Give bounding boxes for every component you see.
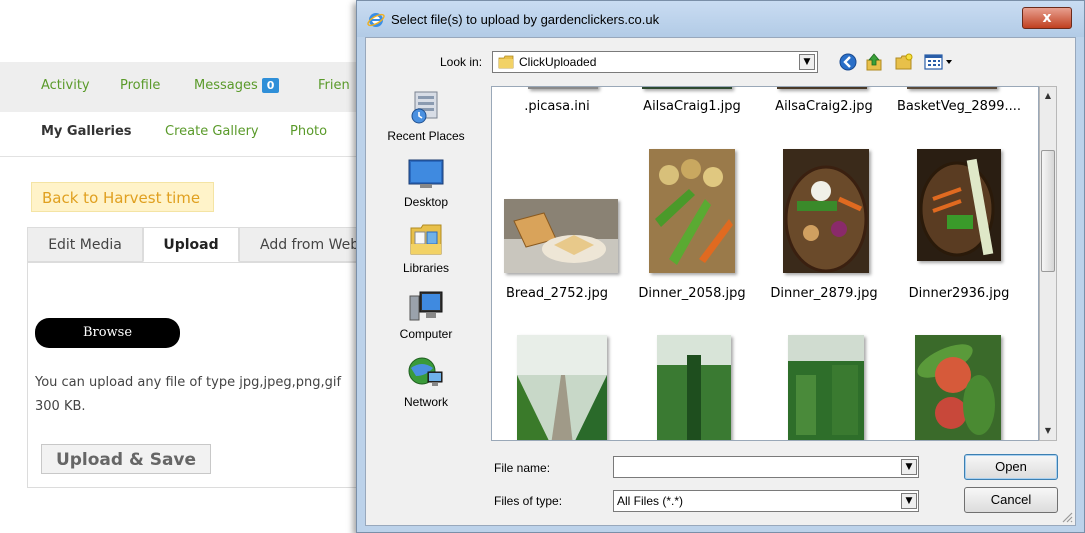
place-recent-places[interactable]: Recent Places	[370, 88, 482, 143]
dialog-title: Select file(s) to upload by gardenclicke…	[391, 12, 660, 27]
file-name-item[interactable]: Dinner_2058.jpg	[627, 286, 757, 301]
file-name-input[interactable]	[613, 456, 919, 478]
place-libraries[interactable]: Libraries	[370, 220, 482, 275]
place-computer[interactable]: Computer	[370, 288, 482, 341]
upload-info-text: You can upload any file of type jpg,jpeg…	[35, 371, 365, 419]
upload-info-line1: You can upload any file of type jpg,jpeg…	[35, 375, 342, 390]
file-upload-dialog: Select file(s) to upload by gardenclicke…	[356, 0, 1085, 533]
place-network[interactable]: Network	[370, 354, 482, 409]
file-name-item[interactable]: Bread_2752.jpg	[492, 286, 622, 301]
file-name-item[interactable]: Dinner_2879.jpg	[759, 286, 889, 301]
computer-icon	[409, 291, 443, 321]
scroll-up-icon[interactable]: ▲	[1040, 88, 1056, 104]
file-list-scrollbar[interactable]: ▲ ▼	[1039, 86, 1057, 441]
peaches-photo-thumb	[915, 335, 1001, 440]
file-name-item[interactable]: AilsaCraig1.jpg	[627, 99, 757, 114]
basketveg-thumb	[907, 87, 997, 89]
subnav-my-galleries[interactable]: My Galleries	[41, 124, 132, 139]
network-icon	[408, 357, 443, 386]
resize-grip-icon[interactable]	[1061, 511, 1073, 523]
nav-activity[interactable]: Activity	[41, 78, 90, 93]
tab-upload[interactable]: Upload	[143, 227, 239, 262]
place-network-label: Network	[403, 395, 448, 409]
back-arrow-icon[interactable]	[838, 52, 858, 72]
open-button[interactable]: Open	[964, 454, 1058, 480]
files-of-type-label: Files of type:	[494, 494, 563, 508]
file-name-item[interactable]: BasketVeg_2899....	[894, 99, 1024, 114]
internet-explorer-icon	[367, 13, 385, 27]
subnav-create-gallery[interactable]: Create Gallery	[165, 124, 259, 139]
scroll-down-icon[interactable]: ▼	[1040, 423, 1056, 439]
dialog-body: Look in: ClickUploaded ▼ Recent Places D…	[365, 37, 1076, 526]
dinner-2879-thumb	[783, 149, 869, 273]
cancel-button[interactable]: Cancel	[964, 487, 1058, 513]
tab-edit-media[interactable]: Edit Media	[27, 227, 143, 262]
greenhouse-photo-thumb	[788, 335, 864, 440]
file-name-item[interactable]: Dinner2936.jpg	[894, 286, 1024, 301]
greenhouse-photo-thumb	[657, 335, 731, 440]
nav-messages[interactable]: Messages 0	[194, 78, 280, 93]
close-button[interactable]: x	[1022, 7, 1072, 29]
files-of-type-dropdown-icon[interactable]: ▼	[901, 493, 917, 509]
file-name-item[interactable]: .picasa.ini	[492, 99, 622, 114]
libraries-icon	[410, 224, 442, 255]
view-menu-icon[interactable]	[924, 52, 956, 72]
look-in-label: Look in:	[440, 55, 483, 69]
nav-profile[interactable]: Profile	[120, 78, 160, 93]
files-of-type-select[interactable]: All Files (*.*)	[613, 490, 919, 512]
look-in-dropdown[interactable]: ClickUploaded ▼	[492, 51, 818, 73]
new-folder-icon[interactable]	[894, 52, 914, 72]
greenhouse-photo-thumb	[517, 335, 607, 440]
up-folder-icon[interactable]	[864, 52, 884, 72]
file-name-dropdown-icon[interactable]: ▼	[901, 459, 917, 475]
place-computer-label: Computer	[399, 327, 453, 341]
file-name-label: File name:	[494, 461, 551, 475]
nav-friends[interactable]: Frien	[318, 78, 350, 93]
nav-messages-label: Messages	[194, 78, 258, 93]
dinner-2936-thumb	[917, 149, 1001, 261]
back-to-gallery-button[interactable]: Back to Harvest time	[31, 182, 214, 212]
tab-add-from-web[interactable]: Add from Web	[239, 227, 367, 262]
recent-places-icon	[411, 91, 438, 124]
places-bar: Recent Places Desktop Libraries Computer…	[370, 86, 482, 466]
dinner-2058-thumb	[649, 149, 735, 273]
bread-photo-thumb	[504, 199, 618, 273]
ailsacraig2-thumb	[777, 87, 867, 89]
chevron-down-icon[interactable]: ▼	[799, 54, 815, 70]
desktop-icon	[408, 159, 444, 188]
dialog-titlebar[interactable]: Select file(s) to upload by gardenclicke…	[357, 1, 1084, 37]
place-recent-places-label: Recent Places	[387, 129, 465, 143]
upload-and-save-button[interactable]: Upload & Save	[41, 444, 211, 474]
file-list[interactable]: .picasa.ini AilsaCraig1.jpg AilsaCraig2.…	[491, 86, 1039, 441]
picasa-file-thumb	[528, 87, 598, 89]
subnav-photo[interactable]: Photo	[290, 124, 327, 139]
place-desktop-label: Desktop	[403, 195, 449, 209]
look-in-value: ClickUploaded	[519, 55, 597, 69]
place-desktop[interactable]: Desktop	[370, 156, 482, 209]
messages-count-badge: 0	[261, 78, 280, 93]
file-name-item[interactable]: AilsaCraig2.jpg	[759, 99, 889, 114]
folder-icon	[498, 55, 514, 69]
upload-info-line2: 300 KB.	[35, 399, 86, 414]
media-tabs: Edit Media Upload Add from Web	[27, 227, 367, 263]
browse-button[interactable]: Browse	[35, 318, 180, 348]
ailsacraig1-thumb	[642, 87, 732, 89]
place-libraries-label: Libraries	[402, 261, 450, 275]
scrollbar-thumb[interactable]	[1041, 150, 1055, 272]
